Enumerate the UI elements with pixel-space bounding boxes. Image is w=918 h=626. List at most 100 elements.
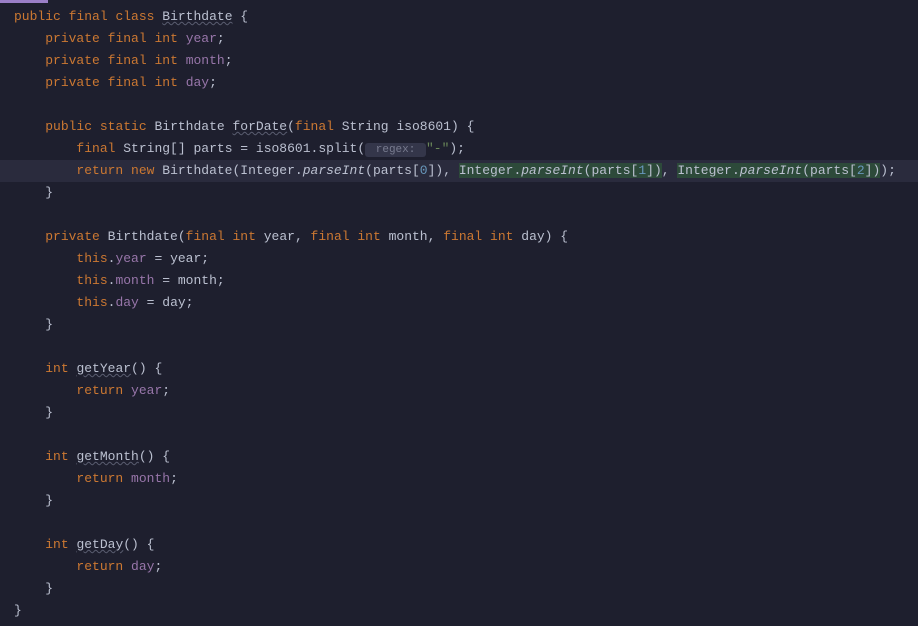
return-type: Birthdate (154, 119, 224, 134)
code-line[interactable]: final String[] parts = iso8601.split( re… (14, 138, 918, 160)
code-line[interactable]: } (14, 402, 918, 424)
code-line[interactable] (14, 512, 918, 534)
method-name: getYear (76, 361, 131, 376)
code-line[interactable]: private final int month; (14, 50, 918, 72)
code-line[interactable]: return year; (14, 380, 918, 402)
type: int (154, 53, 177, 68)
punct: [ (412, 163, 420, 178)
var: parts (591, 163, 630, 178)
code-line[interactable]: private final int year; (14, 28, 918, 50)
type: int (154, 31, 177, 46)
keyword: return (76, 163, 123, 178)
code-line[interactable] (14, 336, 918, 358)
code-line-highlighted[interactable]: return new Birthdate(Integer.parseInt(pa… (14, 160, 918, 182)
string: "-" (426, 141, 449, 156)
param: day (521, 229, 544, 244)
this-keyword: this (76, 273, 107, 288)
param: year (264, 229, 295, 244)
punct: . (732, 163, 740, 178)
punct: ( (802, 163, 810, 178)
punct: ; (209, 75, 217, 90)
punct: ) { (545, 229, 568, 244)
code-line[interactable]: int getDay() { (14, 534, 918, 556)
punct: ); (449, 141, 465, 156)
keyword: public (45, 119, 92, 134)
type: int (233, 229, 256, 244)
code-line[interactable]: this.year = year; (14, 248, 918, 270)
code-line[interactable]: public final class Birthdate { (14, 6, 918, 28)
param: year (170, 251, 201, 266)
code-line[interactable]: } (14, 600, 918, 622)
type: int (154, 75, 177, 90)
punct: ; (225, 53, 233, 68)
brace: } (14, 603, 22, 618)
ctor: Birthdate (108, 229, 178, 244)
keyword: class (115, 9, 154, 24)
type: int (45, 449, 68, 464)
code-line[interactable] (14, 204, 918, 226)
punct: ; (201, 251, 209, 266)
punct: , (428, 229, 444, 244)
keyword: public (14, 9, 61, 24)
keyword: final (311, 229, 350, 244)
field: month (115, 273, 154, 288)
brace: } (45, 185, 53, 200)
code-line[interactable]: private final int day; (14, 72, 918, 94)
ctor: Birthdate (162, 163, 232, 178)
code-line[interactable]: int getYear() { (14, 358, 918, 380)
code-line[interactable] (14, 94, 918, 116)
code-line[interactable]: int getMonth() { (14, 446, 918, 468)
punct: , (662, 163, 678, 178)
punct: , (295, 229, 311, 244)
punct: ; (170, 471, 178, 486)
code-line[interactable]: } (14, 490, 918, 512)
var: parts (373, 163, 412, 178)
param: day (162, 295, 185, 310)
keyword: final (295, 119, 334, 134)
keyword: final (443, 229, 482, 244)
code-line[interactable]: return day; (14, 556, 918, 578)
keyword: new (131, 163, 154, 178)
field: day (131, 559, 154, 574)
code-line[interactable] (14, 424, 918, 446)
keyword: final (186, 229, 225, 244)
code-editor[interactable]: public final class Birthdate { private f… (0, 0, 918, 622)
code-line[interactable]: private Birthdate(final int year, final … (14, 226, 918, 248)
variable: parts (193, 141, 232, 156)
keyword: final (108, 31, 147, 46)
punct: () { (131, 361, 162, 376)
punct: , (443, 163, 459, 178)
code-line[interactable]: } (14, 182, 918, 204)
param: iso8601 (396, 119, 451, 134)
static-method: parseInt (740, 163, 802, 178)
param: month (389, 229, 428, 244)
punct: ; (154, 559, 162, 574)
punct: = (147, 251, 170, 266)
code-line[interactable]: this.month = month; (14, 270, 918, 292)
param-hint: regex: (365, 143, 426, 157)
punct: = (154, 273, 177, 288)
code-line[interactable]: public static Birthdate forDate(final St… (14, 116, 918, 138)
punct: ); (880, 163, 896, 178)
code-line[interactable]: return month; (14, 468, 918, 490)
keyword: private (45, 53, 100, 68)
type: int (490, 229, 513, 244)
class-name: Birthdate (162, 9, 232, 24)
field: month (131, 471, 170, 486)
punct: () { (123, 537, 154, 552)
code-line[interactable]: this.day = day; (14, 292, 918, 314)
code-line[interactable]: } (14, 578, 918, 600)
keyword: final (108, 75, 147, 90)
number: 1 (638, 163, 646, 178)
static-method: parseInt (521, 163, 583, 178)
method-call: split (318, 141, 357, 156)
type: int (45, 537, 68, 552)
code-line[interactable]: } (14, 314, 918, 336)
keyword: static (100, 119, 147, 134)
field: day (115, 295, 138, 310)
punct: ; (217, 273, 225, 288)
keyword: return (76, 471, 123, 486)
keyword: private (45, 31, 100, 46)
type: int (357, 229, 380, 244)
punct: ( (365, 163, 373, 178)
